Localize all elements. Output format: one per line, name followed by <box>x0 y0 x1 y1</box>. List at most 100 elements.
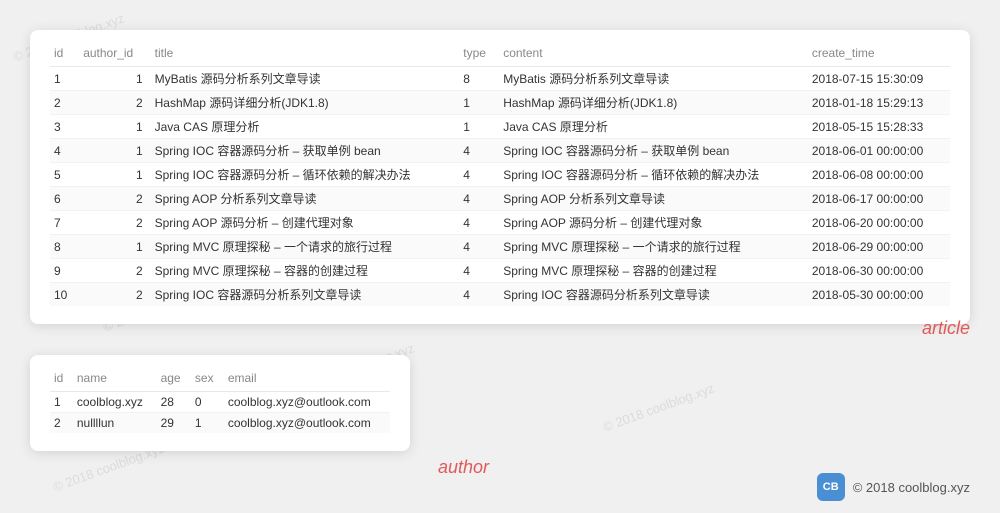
table-cell: 28 <box>157 392 191 413</box>
table-cell: Spring IOC 容器源码分析系列文章导读 <box>151 283 460 307</box>
table-cell: 29 <box>157 413 191 434</box>
article-table-card: id author_id title type content create_t… <box>30 30 970 324</box>
table-cell: 2018-05-15 15:28:33 <box>808 115 950 139</box>
table-cell: 2 <box>79 187 150 211</box>
table-cell: Spring AOP 分析系列文章导读 <box>499 187 808 211</box>
table-cell: coolblog.xyz@outlook.com <box>224 413 390 434</box>
table-row: 22HashMap 源码详细分析(JDK1.8)1HashMap 源码详细分析(… <box>50 91 950 115</box>
table-cell: 2018-06-29 00:00:00 <box>808 235 950 259</box>
table-cell: 1 <box>50 67 79 91</box>
table-cell: Spring MVC 原理探秘 – 容器的创建过程 <box>499 259 808 283</box>
table-row: 62Spring AOP 分析系列文章导读4Spring AOP 分析系列文章导… <box>50 187 950 211</box>
table-cell: 3 <box>50 115 79 139</box>
table-cell: 4 <box>459 163 499 187</box>
table-cell: 4 <box>50 139 79 163</box>
table-cell: Spring AOP 源码分析 – 创建代理对象 <box>151 211 460 235</box>
table-cell: Java CAS 原理分析 <box>151 115 460 139</box>
table-row: 81Spring MVC 原理探秘 – 一个请求的旅行过程4Spring MVC… <box>50 235 950 259</box>
author-label: author <box>430 455 497 480</box>
table-cell: 1 <box>79 67 150 91</box>
author-table: id name age sex email 1coolblog.xyz280co… <box>50 369 390 433</box>
table-cell: HashMap 源码详细分析(JDK1.8) <box>499 91 808 115</box>
table-cell: Spring IOC 容器源码分析 – 获取单例 bean <box>151 139 460 163</box>
col-name: name <box>73 369 157 392</box>
table-row: 41Spring IOC 容器源码分析 – 获取单例 bean4Spring I… <box>50 139 950 163</box>
table-cell: 1 <box>459 115 499 139</box>
footer: CB © 2018 coolblog.xyz <box>817 473 970 501</box>
table-cell: 2018-06-01 00:00:00 <box>808 139 950 163</box>
table-cell: 2 <box>79 259 150 283</box>
col-id: id <box>50 44 79 67</box>
article-table: id author_id title type content create_t… <box>50 44 950 306</box>
table-cell: 2 <box>79 283 150 307</box>
table-cell: 10 <box>50 283 79 307</box>
col-author-id: author_id <box>79 44 150 67</box>
table-row: 51Spring IOC 容器源码分析 – 循环依赖的解决办法4Spring I… <box>50 163 950 187</box>
table-cell: 1 <box>79 139 150 163</box>
table-cell: Spring MVC 原理探秘 – 一个请求的旅行过程 <box>151 235 460 259</box>
table-cell: 5 <box>50 163 79 187</box>
table-cell: 6 <box>50 187 79 211</box>
table-cell: Spring IOC 容器源码分析系列文章导读 <box>499 283 808 307</box>
table-cell: 2018-06-17 00:00:00 <box>808 187 950 211</box>
table-cell: 1 <box>459 91 499 115</box>
table-cell: Spring IOC 容器源码分析 – 循环依赖的解决办法 <box>499 163 808 187</box>
col-id: id <box>50 369 73 392</box>
col-create-time: create_time <box>808 44 950 67</box>
table-cell: 1 <box>79 235 150 259</box>
col-age: age <box>157 369 191 392</box>
table-row: 2nullllun291coolblog.xyz@outlook.com <box>50 413 390 434</box>
table-cell: 2018-01-18 15:29:13 <box>808 91 950 115</box>
table-cell: 4 <box>459 139 499 163</box>
table-cell: nullllun <box>73 413 157 434</box>
table-cell: 2 <box>79 91 150 115</box>
table-cell: 2018-07-15 15:30:09 <box>808 67 950 91</box>
table-row: 92Spring MVC 原理探秘 – 容器的创建过程4Spring MVC 原… <box>50 259 950 283</box>
table-cell: coolblog.xyz@outlook.com <box>224 392 390 413</box>
table-cell: 1 <box>79 115 150 139</box>
col-sex: sex <box>191 369 224 392</box>
table-cell: Spring IOC 容器源码分析 – 循环依赖的解决办法 <box>151 163 460 187</box>
cb-logo: CB <box>817 473 845 501</box>
table-row: 1coolblog.xyz280coolblog.xyz@outlook.com <box>50 392 390 413</box>
article-label: article <box>922 318 970 339</box>
table-cell: Spring AOP 分析系列文章导读 <box>151 187 460 211</box>
table-cell: 8 <box>50 235 79 259</box>
table-cell: 4 <box>459 211 499 235</box>
table-row: 31Java CAS 原理分析1Java CAS 原理分析2018-05-15 … <box>50 115 950 139</box>
table-cell: Java CAS 原理分析 <box>499 115 808 139</box>
table-cell: 1 <box>50 392 73 413</box>
table-cell: 4 <box>459 283 499 307</box>
table-cell: 4 <box>459 235 499 259</box>
table-row: 72Spring AOP 源码分析 – 创建代理对象4Spring AOP 源码… <box>50 211 950 235</box>
footer-text: © 2018 coolblog.xyz <box>853 480 970 495</box>
table-cell: Spring AOP 源码分析 – 创建代理对象 <box>499 211 808 235</box>
table-cell: 2 <box>50 91 79 115</box>
table-cell: 4 <box>459 259 499 283</box>
table-cell: 9 <box>50 259 79 283</box>
table-cell: 2018-06-08 00:00:00 <box>808 163 950 187</box>
table-cell: 2 <box>50 413 73 434</box>
col-title: title <box>151 44 460 67</box>
table-cell: 8 <box>459 67 499 91</box>
table-cell: 2 <box>79 211 150 235</box>
table-row: 102Spring IOC 容器源码分析系列文章导读4Spring IOC 容器… <box>50 283 950 307</box>
table-cell: Spring MVC 原理探秘 – 容器的创建过程 <box>151 259 460 283</box>
col-email: email <box>224 369 390 392</box>
table-cell: 7 <box>50 211 79 235</box>
table-cell: 4 <box>459 187 499 211</box>
table-row: 11MyBatis 源码分析系列文章导读8MyBatis 源码分析系列文章导读2… <box>50 67 950 91</box>
table-cell: 1 <box>79 163 150 187</box>
table-cell: HashMap 源码详细分析(JDK1.8) <box>151 91 460 115</box>
table-cell: 2018-05-30 00:00:00 <box>808 283 950 307</box>
table-cell: Spring IOC 容器源码分析 – 获取单例 bean <box>499 139 808 163</box>
table-cell: 0 <box>191 392 224 413</box>
table-cell: 1 <box>191 413 224 434</box>
table-cell: 2018-06-20 00:00:00 <box>808 211 950 235</box>
col-type: type <box>459 44 499 67</box>
table-cell: Spring MVC 原理探秘 – 一个请求的旅行过程 <box>499 235 808 259</box>
table-cell: 2018-06-30 00:00:00 <box>808 259 950 283</box>
watermark-7: © 2018 coolblog.xyz <box>601 380 716 434</box>
table-cell: MyBatis 源码分析系列文章导读 <box>499 67 808 91</box>
col-content: content <box>499 44 808 67</box>
